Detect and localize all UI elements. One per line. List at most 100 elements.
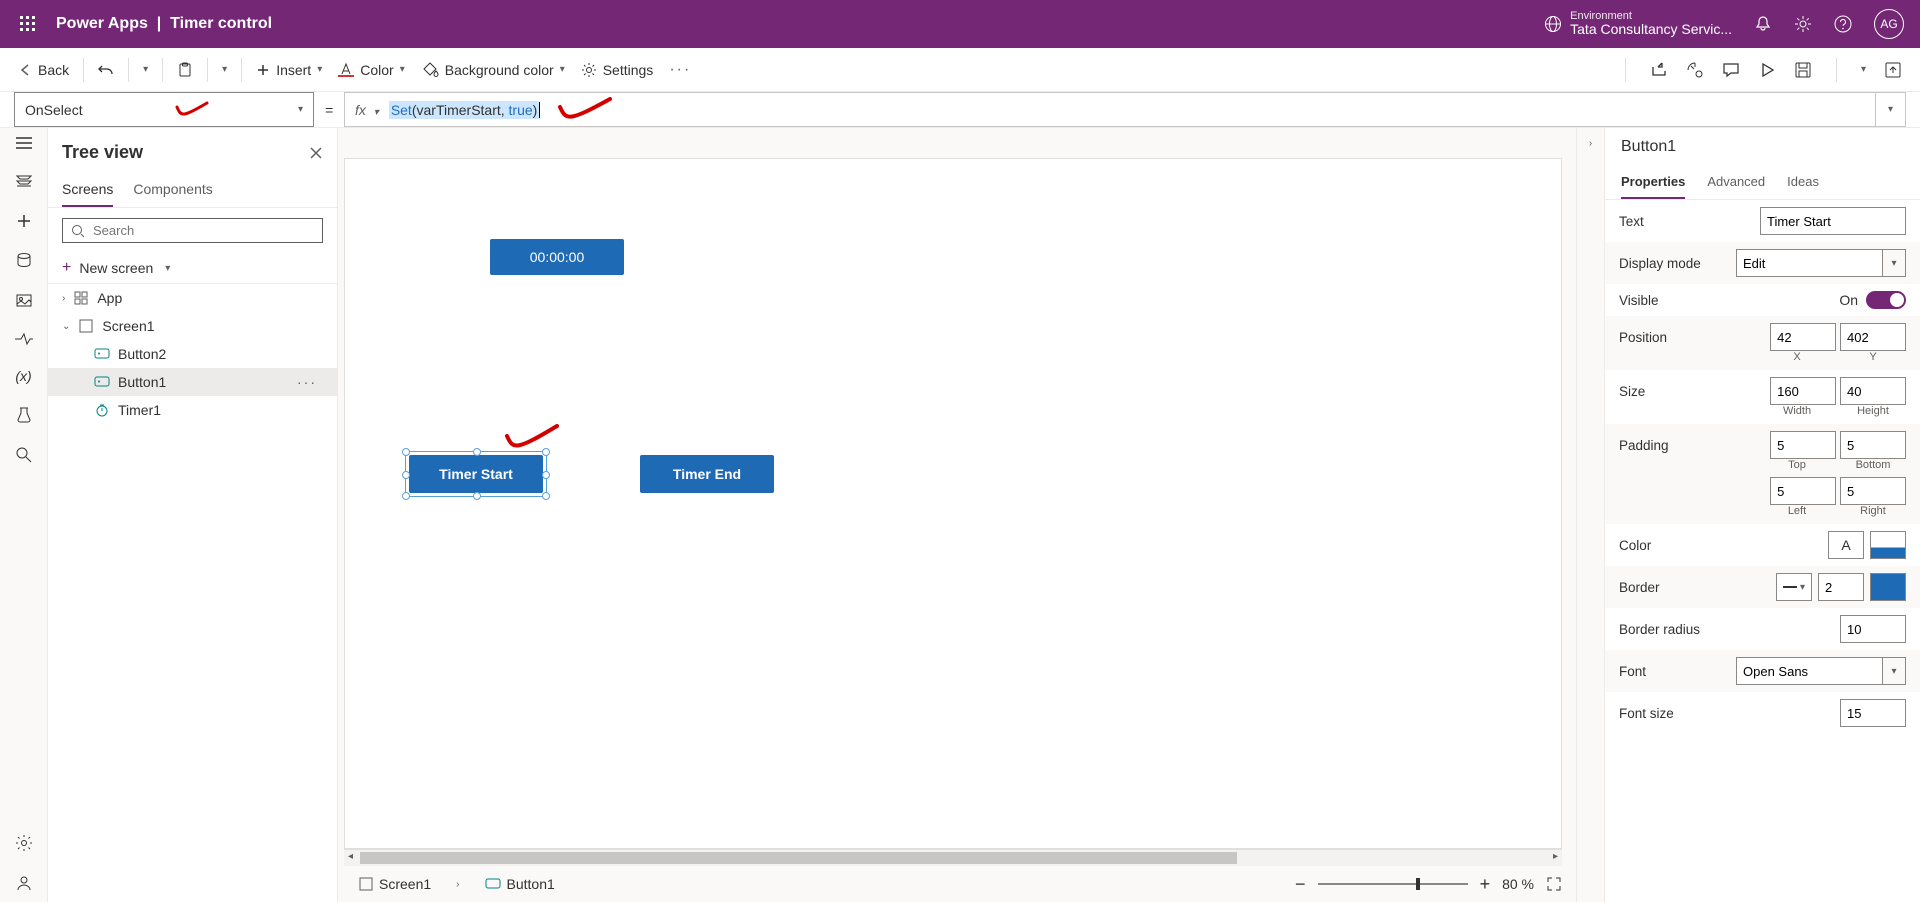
tree-icon[interactable] [15, 172, 33, 190]
fit-icon[interactable] [1546, 876, 1562, 892]
tab-properties[interactable]: Properties [1621, 166, 1685, 199]
prop-pad-top[interactable] [1770, 431, 1836, 459]
prop-size-h[interactable] [1840, 377, 1906, 405]
timer-icon [94, 402, 110, 418]
canvas-scrollbar[interactable]: ◂ ▸ [344, 849, 1562, 866]
avatar[interactable]: AG [1874, 9, 1904, 39]
settings-rail-icon[interactable] [15, 834, 33, 852]
hamburger-icon[interactable] [15, 136, 33, 150]
prop-font-chev[interactable]: ▾ [1882, 657, 1906, 685]
tree-node-screen1[interactable]: ⌄ Screen1 [48, 312, 337, 340]
prop-font-label: Font [1619, 664, 1736, 679]
comment-icon[interactable] [1722, 61, 1740, 79]
node-label: Screen1 [102, 318, 154, 334]
data-icon[interactable] [15, 252, 33, 270]
color-button[interactable]: Color ▾ [330, 56, 413, 84]
waffle-icon[interactable] [8, 16, 48, 32]
prop-size-w[interactable] [1770, 377, 1836, 405]
var-icon[interactable]: (x) [15, 368, 31, 384]
undo-button[interactable] [90, 56, 122, 84]
more-button[interactable]: ··· [661, 55, 699, 85]
timer-control[interactable]: 00:00:00 [490, 239, 624, 275]
formula-bar[interactable]: fx ▾ Set(varTimerStart, true) [344, 92, 1876, 127]
checker-icon[interactable] [1686, 61, 1704, 79]
share-icon[interactable] [1650, 61, 1668, 79]
prop-pos-label: Position [1619, 330, 1770, 345]
app-title: Power Apps | Timer control [56, 15, 272, 33]
media-icon[interactable] [15, 292, 33, 310]
bell-icon[interactable] [1754, 15, 1772, 33]
prop-pad-bottom[interactable] [1840, 431, 1906, 459]
tab-components[interactable]: Components [133, 173, 212, 207]
tree-node-button2[interactable]: Button2 [48, 340, 337, 368]
flow-icon[interactable] [13, 332, 35, 346]
globe-icon [1544, 15, 1562, 33]
prop-bradius-input[interactable] [1840, 615, 1906, 643]
save-split[interactable]: ▾ [1861, 64, 1866, 75]
selection-outline [405, 451, 547, 497]
arrow-left-icon [18, 63, 32, 77]
insert-rail-icon[interactable] [15, 212, 33, 230]
new-screen-button[interactable]: + New screen ▾ [48, 253, 337, 283]
back-button[interactable]: Back [10, 56, 77, 84]
prop-pos-y[interactable] [1840, 323, 1906, 351]
ask-icon[interactable] [15, 874, 33, 892]
test-icon[interactable] [15, 406, 33, 424]
prop-visible-toggle[interactable] [1866, 291, 1906, 309]
search-rail-icon[interactable] [15, 446, 33, 464]
tab-screens[interactable]: Screens [62, 173, 113, 207]
prop-text-input[interactable] [1760, 207, 1906, 235]
save-icon[interactable] [1794, 61, 1812, 79]
search-input[interactable] [62, 218, 323, 243]
button-timer-end[interactable]: Timer End [640, 455, 774, 493]
prop-pad-left[interactable] [1770, 477, 1836, 505]
breadcrumb-control[interactable]: Button1 [478, 873, 562, 895]
search-field[interactable] [93, 223, 314, 238]
prop-fontcolor[interactable]: A [1828, 531, 1864, 559]
search-icon [71, 224, 85, 238]
prop-border-style[interactable]: ▾ [1776, 573, 1812, 601]
annotation-mark [505, 424, 559, 450]
prop-dispmode-input[interactable] [1736, 249, 1882, 277]
tab-advanced[interactable]: Advanced [1707, 166, 1765, 199]
design-canvas[interactable]: 00:00:00 Timer Start Timer End [344, 158, 1562, 849]
tree-node-app[interactable]: › App [48, 284, 337, 312]
insert-button[interactable]: Insert ▾ [248, 56, 330, 84]
paste-split[interactable]: ▾ [214, 58, 235, 81]
close-icon[interactable] [309, 146, 323, 160]
prop-pos-x[interactable] [1770, 323, 1836, 351]
tree-node-timer1[interactable]: Timer1 [48, 396, 337, 424]
prop-border-width[interactable] [1818, 573, 1864, 601]
prop-pad-right[interactable] [1840, 477, 1906, 505]
prop-fontsize-input[interactable] [1840, 699, 1906, 727]
prop-border-color[interactable] [1870, 573, 1906, 601]
help-icon[interactable] [1834, 15, 1852, 33]
tree-node-button1[interactable]: Button1 ··· [48, 368, 337, 396]
property-value: OnSelect [25, 102, 83, 118]
prop-text-label: Text [1619, 214, 1760, 229]
breadcrumb-screen[interactable]: Screen1 [352, 873, 438, 895]
formula-expand[interactable]: ▾ [1876, 92, 1906, 127]
button-icon [485, 878, 501, 890]
zoom-slider[interactable] [1318, 883, 1468, 885]
gear-icon[interactable] [1794, 15, 1812, 33]
prop-scroll-indicator[interactable]: › [1576, 128, 1604, 902]
app-name: Power Apps [56, 15, 148, 32]
prop-font-input[interactable] [1736, 657, 1882, 685]
prop-fillcolor[interactable] [1870, 531, 1906, 559]
zoom-out[interactable]: − [1295, 874, 1306, 895]
node-label: Button2 [118, 346, 166, 362]
paste-button[interactable] [169, 56, 201, 84]
prop-dispmode-chev[interactable]: ▾ [1882, 249, 1906, 277]
settings-label: Settings [603, 62, 654, 78]
tab-ideas[interactable]: Ideas [1787, 166, 1819, 199]
zoom-in[interactable]: + [1480, 874, 1491, 895]
property-dropdown[interactable]: OnSelect ▾ [14, 92, 314, 127]
play-icon[interactable] [1758, 61, 1776, 79]
node-more-icon[interactable]: ··· [297, 374, 317, 390]
environment-picker[interactable]: Environment Tata Consultancy Servic... [1544, 10, 1732, 37]
undo-split[interactable]: ▾ [135, 58, 156, 81]
settings-button[interactable]: Settings [573, 56, 662, 84]
bgcolor-button[interactable]: Background color ▾ [413, 56, 573, 84]
publish-icon[interactable] [1884, 61, 1902, 79]
